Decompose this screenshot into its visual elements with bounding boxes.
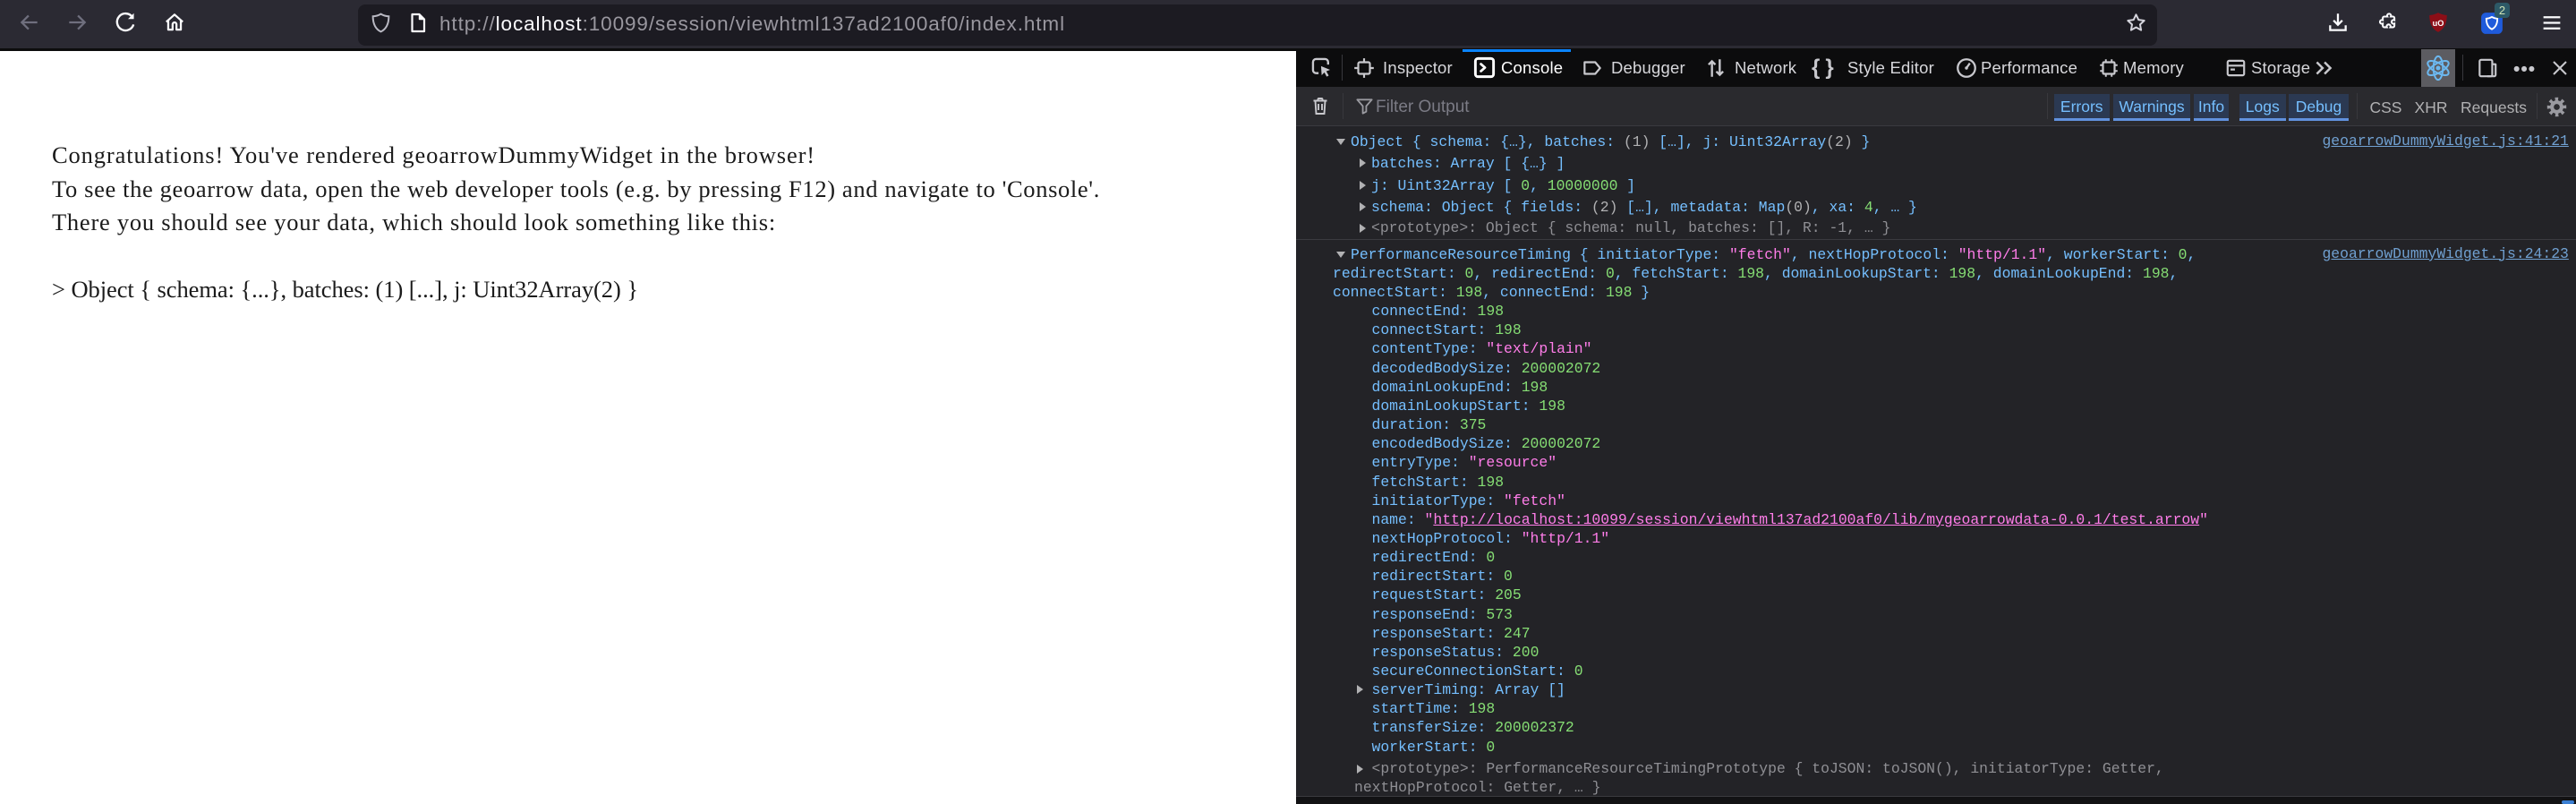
svg-text:uO: uO <box>2433 19 2444 28</box>
